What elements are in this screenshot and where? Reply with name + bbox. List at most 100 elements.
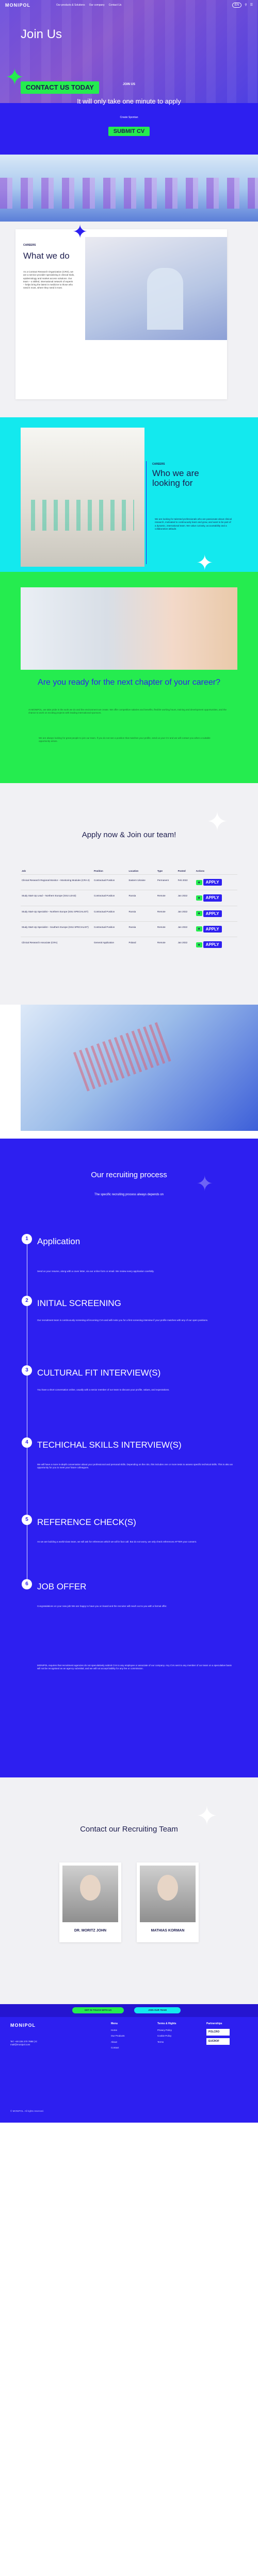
top-navigation: MONIPOL Our products & Solutions Our com…	[0, 0, 258, 10]
scientist-photo	[85, 237, 227, 340]
apply-button[interactable]: APPLY	[203, 910, 222, 917]
step-text: Our recruitment team is continuously scr…	[37, 1319, 208, 1321]
microscope-slide-section	[0, 1005, 258, 1139]
table-row: Clinical Research Regional Monitor – Mon…	[21, 874, 237, 890]
step-title: CULTURAL FIT INTERVIEW(S)	[37, 1368, 161, 1378]
apply-button[interactable]: APPLY	[203, 925, 222, 933]
job-posted: Jan 2022	[176, 905, 195, 922]
job-position: General Application	[93, 937, 128, 953]
job-position: Contractual Position	[93, 874, 128, 890]
apply-button[interactable]: APPLY	[203, 879, 222, 886]
job-location: Russia	[127, 890, 156, 906]
job-title[interactable]: Study Start-Up Specialist – Northern Eur…	[21, 905, 93, 922]
job-location: Russia	[127, 921, 156, 937]
what-we-do-card: CAREERS What we do As a Contract Researc…	[15, 229, 227, 399]
nav-links: Our products & Solutions Our company Con…	[56, 4, 121, 7]
submit-cv-container: SUBMIT CV	[0, 127, 258, 136]
microscope-slide-photo	[21, 1005, 258, 1131]
logo[interactable]: MONIPOL	[5, 2, 30, 9]
nav-link-company[interactable]: Our company	[89, 4, 105, 7]
section-subtitle: The specific recruiting process always d…	[94, 1193, 164, 1196]
step-number: 6	[22, 1579, 32, 1589]
footer-menu-heading: Menu	[111, 2022, 118, 2025]
footer-logo[interactable]: MONIPOL	[10, 2022, 36, 2029]
column-header: Location	[128, 870, 139, 872]
section-title: Who we are looking for	[152, 468, 199, 488]
footer-link[interactable]: Home	[111, 2029, 147, 2032]
column-header: Position	[94, 870, 103, 872]
language-switcher[interactable]: EN	[232, 2, 242, 8]
job-actions: ◉ APPLY	[195, 890, 237, 906]
partner-logo[interactable]: EUCROF	[206, 2038, 230, 2045]
nav-link-contact[interactable]: Contact Us	[109, 4, 122, 7]
apply-button[interactable]: APPLY	[203, 941, 222, 948]
step-number: 5	[22, 1515, 32, 1525]
job-location: Poland	[127, 937, 156, 953]
nav-icons: EN ⚲ ☰	[232, 2, 253, 8]
contact-cta-label[interactable]: CONTACT US TODAY	[21, 81, 99, 94]
jobs-section: ✦ Apply now & Join our team! Job Positio…	[0, 783, 258, 1005]
apply-banner: JOIN US It will only take one minute to …	[0, 83, 258, 155]
table-row: Study Start-Up Specialist – Southern Eur…	[21, 921, 237, 937]
submit-cv-button[interactable]: SUBMIT CV	[108, 127, 150, 136]
job-type: Permanent	[156, 874, 177, 890]
footer-link[interactable]: Contact	[111, 2046, 147, 2049]
page-title: Join Us	[21, 27, 62, 41]
job-actions: ◉ APPLY	[195, 937, 237, 953]
job-title[interactable]: Study Start-Up Lead – Northern Europe (S…	[21, 890, 93, 906]
footer-link[interactable]: Our Products	[111, 2035, 147, 2038]
nav-link-products[interactable]: Our products & Solutions	[56, 4, 85, 7]
step-title: INITIAL SCREENING	[37, 1298, 121, 1308]
job-title[interactable]: Clinical Research Associate (CRA)	[21, 937, 93, 953]
job-posted: Jan 2022	[176, 890, 195, 906]
section-title: Contact our Recruiting Team	[80, 1825, 178, 1834]
view-icon[interactable]: ◉	[196, 942, 202, 947]
join-team-button[interactable]: JOIN OUR TEAM	[134, 2007, 181, 2013]
footer-link[interactable]: About	[111, 2041, 147, 2044]
team-member-name: DR. MORITZ JOHN	[74, 1929, 107, 1933]
search-icon[interactable]: ⚲	[245, 3, 247, 7]
section-title: Apply now & Join our team!	[82, 831, 176, 839]
agency-notice: MONIPOL requires that recruitment agenci…	[37, 1664, 232, 1670]
menu-icon[interactable]: ☰	[250, 3, 253, 7]
view-icon[interactable]: ◉	[196, 895, 202, 901]
column-header: Actions	[196, 870, 205, 872]
footer-legal-heading: Terms & Rights	[157, 2022, 176, 2025]
step-title: TECHICHAL SKILLS INTERVIEW(S)	[37, 1440, 182, 1450]
footer-contact-info: Tel: +48 226 270 7888 | E: mail@monipol.…	[10, 2040, 38, 2046]
contact-cta[interactable]: CONTACT US TODAY	[21, 81, 99, 94]
footer-legal: Terms & Rights Privacy Policy Cookie Pol…	[157, 2022, 194, 2046]
view-icon[interactable]: ◉	[196, 926, 202, 932]
job-location: Eastern Ukraine	[127, 874, 156, 890]
step-text: Congratulations on your new job! We are …	[37, 1605, 167, 1607]
job-title[interactable]: Study Start-Up Specialist – Southern Eur…	[21, 921, 93, 937]
career-chapter-section: Are you ready for the next chapter of yo…	[0, 572, 258, 783]
avatar	[62, 1866, 118, 1922]
footer-menu: Menu Home Our Products About Contact	[111, 2022, 147, 2052]
footer-link[interactable]: Cookie Policy	[157, 2035, 194, 2038]
column-header: Type	[157, 870, 163, 872]
apply-caption: Create Spontan	[120, 116, 138, 119]
view-icon[interactable]: ◉	[196, 911, 202, 917]
footer-link[interactable]: Privacy Policy	[157, 2029, 194, 2032]
footer-link[interactable]: Terms	[157, 2041, 194, 2044]
jobs-table: Job Position Location Type Posted Action…	[21, 868, 237, 953]
copyright: © MONIPOL. All rights reserved.	[10, 2110, 44, 2112]
job-type: Remote	[156, 890, 177, 906]
section-label: CAREERS	[23, 244, 36, 247]
job-position: Contractual Position	[93, 890, 128, 906]
job-type: Remote	[156, 937, 177, 953]
job-title[interactable]: Clinical Research Regional Monitor – Mon…	[21, 874, 93, 890]
partner-logo[interactable]: POLCRO	[206, 2029, 230, 2036]
job-position: Contractual Position	[93, 921, 128, 937]
column-header: Job	[22, 870, 26, 872]
view-icon[interactable]: ◉	[196, 879, 202, 885]
team-member-card: DR. MORITZ JOHN	[59, 1862, 121, 1942]
get-in-touch-button[interactable]: GET IN TOUCH WITH US	[72, 2007, 124, 2013]
step-text: We will have a more in-depth conversatio…	[37, 1463, 233, 1469]
apply-button[interactable]: APPLY	[203, 894, 222, 902]
step-text: As we are building a world-class team, w…	[37, 1540, 197, 1543]
section-label: CAREERS	[152, 463, 165, 466]
footer-partners: Partnerships POLCRO EUCROF	[206, 2022, 243, 2047]
step-text: You have a short conversation online, us…	[37, 1388, 170, 1391]
